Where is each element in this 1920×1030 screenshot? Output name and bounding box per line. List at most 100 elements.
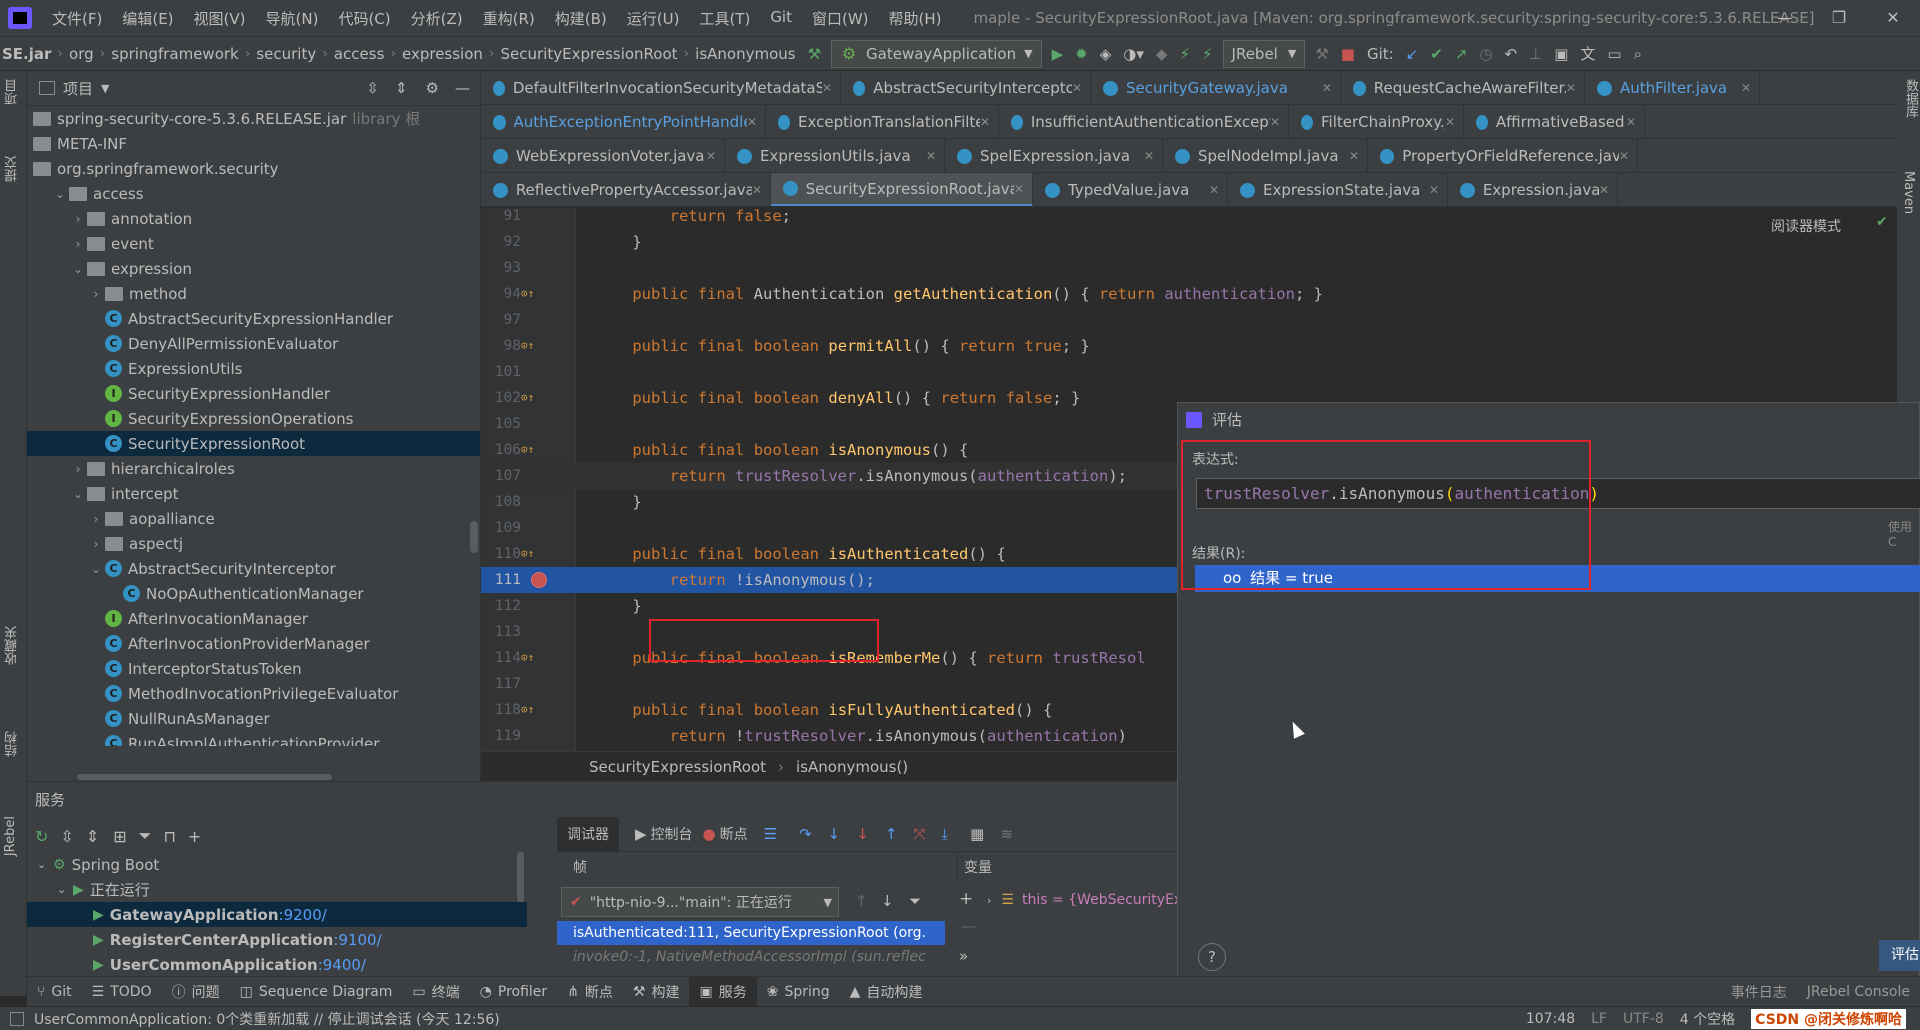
chevron-right-icon[interactable]: › [69, 212, 87, 226]
editor-tab[interactable]: AuthFilter.java ✕ [1585, 71, 1760, 104]
hammer-gray-icon[interactable]: ⚒ [1309, 39, 1334, 69]
tab-console[interactable]: 控制台 [647, 824, 703, 844]
expand-all-icon[interactable]: ⇳ [366, 79, 379, 97]
chevron-down-icon[interactable]: ⌄ [57, 883, 73, 896]
tree-item[interactable]: C ExpressionUtils [27, 356, 480, 381]
editor-tab[interactable]: InsufficientAuthenticationException.java… [999, 105, 1289, 138]
override-icon[interactable]: ⊙↑ [521, 437, 534, 463]
breakpoint-icon[interactable] [531, 572, 547, 588]
hide-panel-icon[interactable]: — [455, 79, 470, 97]
chevron-down-icon[interactable]: ⌄ [69, 487, 87, 501]
git-push-icon[interactable]: ↗ [1449, 39, 1474, 69]
menu-item[interactable]: 视图(V) [184, 8, 256, 29]
force-step-into-icon[interactable]: ↓ [856, 825, 869, 843]
editor-tab[interactable]: SecurityExpressionRoot.java ✕ [771, 173, 1033, 206]
menu-item[interactable]: 编辑(E) [112, 8, 183, 29]
close-tab-icon[interactable]: ✕ [980, 115, 990, 129]
tab-breakpoints[interactable]: 断点 [716, 824, 758, 844]
close-tab-icon[interactable]: ✕ [1144, 149, 1154, 163]
expand-all-icon[interactable]: ⇳ [60, 827, 73, 846]
tree-item[interactable]: › event [27, 231, 480, 256]
editor-tab[interactable]: AffirmativeBased.java✕ [1464, 105, 1645, 138]
encoding[interactable]: UTF-8 [1623, 1011, 1664, 1027]
chevron-right-icon[interactable]: › [87, 537, 105, 551]
jrebel-select[interactable]: JRebel ▼ [1222, 39, 1306, 68]
collapse-all-icon[interactable]: ⇕ [86, 827, 99, 846]
jrebel-debug-icon[interactable]: ⚡ [1196, 39, 1219, 69]
bottom-tab[interactable]: ▣ 服务 [689, 977, 757, 1006]
breadcrumb-item[interactable]: SecurityExpressionRoot [495, 45, 684, 63]
close-tab-icon[interactable]: ✕ [1349, 149, 1359, 163]
breadcrumb-item[interactable]: expression [396, 45, 489, 63]
group-icon[interactable]: ⊞ [113, 827, 126, 846]
tree-item[interactable]: C AfterInvocationProviderManager [27, 631, 480, 656]
help-button[interactable]: ? [1198, 943, 1226, 971]
code-line[interactable]: 91 return false; [481, 208, 1897, 229]
hammer-icon[interactable]: ⚒ [802, 39, 827, 69]
bottom-tab[interactable]: ◔ Profiler [470, 977, 558, 1006]
run-icon[interactable]: ▶ [1046, 39, 1070, 69]
new-tab-icon[interactable]: ⊓ [163, 827, 175, 846]
restore-icon[interactable]: ❐ [1812, 0, 1866, 36]
bottom-tab[interactable]: ⓘ 问题 [162, 977, 230, 1006]
editor-tab[interactable]: SecurityGateway.java ✕ [1091, 71, 1341, 104]
bottom-tab[interactable]: ⋔ 断点 [557, 977, 623, 1006]
run-config-select[interactable]: ⚙ GatewayApplication ▼ [831, 39, 1042, 68]
editor-tab[interactable]: FilterChainProxy.java✕ [1289, 105, 1464, 138]
editor-tab[interactable]: SpelNodeImpl.java ✕ [1163, 139, 1368, 172]
tree-item[interactable]: › hierarchicalroles [27, 456, 480, 481]
code-line[interactable]: 97 [481, 307, 1897, 333]
bottom-tab[interactable]: ❀ Spring [757, 977, 840, 1006]
add-icon[interactable]: + [188, 827, 201, 846]
tree-item[interactable]: org.springframework.security [27, 156, 480, 181]
tab-debugger[interactable]: 调试器 [557, 816, 619, 852]
service-item[interactable]: ▶ UserCommonApplication :9400/ [27, 952, 527, 977]
chevron-right-icon[interactable]: › [87, 512, 105, 526]
service-port-link[interactable]: :9200/ [279, 906, 327, 924]
service-item[interactable]: ▶ GatewayApplication :9200/ [27, 902, 527, 927]
right-tab-maven[interactable]: Maven [1901, 171, 1916, 214]
history-icon[interactable]: ◷ [1473, 39, 1498, 69]
add-watch-icon[interactable]: + [959, 889, 973, 909]
collapse-all-icon[interactable]: ⇕ [395, 79, 408, 97]
status-message[interactable]: UserCommonApplication: 0个类重新加载 // 停止调试会话… [34, 1009, 500, 1029]
override-icon[interactable]: ⊙↑ [521, 697, 534, 723]
frame-row-selected[interactable]: isAuthenticated:111, SecurityExpressionR… [557, 921, 945, 945]
tree-item[interactable]: › annotation [27, 206, 480, 231]
editor-tab[interactable]: AbstractSecurityInterceptor.java✕ [841, 71, 1091, 104]
close-tab-icon[interactable]: ✕ [926, 149, 936, 163]
close-tab-icon[interactable]: ✕ [1209, 183, 1219, 197]
code-line[interactable]: 98 public final boolean permitAll() { re… [481, 333, 1897, 359]
close-tab-icon[interactable]: ✕ [1429, 183, 1439, 197]
menu-item[interactable]: 窗口(W) [802, 8, 879, 29]
chevron-down-icon[interactable]: ⌄ [51, 187, 69, 201]
editor-tab[interactable]: RequestCacheAwareFilter.java✕ [1341, 71, 1585, 104]
code-line[interactable]: 93 [481, 255, 1897, 281]
editor-tab[interactable]: SpelExpression.java ✕ [945, 139, 1163, 172]
layout-icon[interactable]: ☰ [764, 825, 777, 843]
profile-icon[interactable]: ◑▾ [1117, 39, 1150, 69]
menu-item[interactable]: 运行(U) [617, 8, 690, 29]
left-tab-jrebel[interactable]: JRebel [3, 816, 18, 856]
frame-down-icon[interactable]: ↓ [881, 892, 894, 910]
tree-item[interactable]: ⌄ expression [27, 256, 480, 281]
coverage-icon[interactable]: ◈ [1094, 39, 1118, 69]
stop-icon[interactable]: ■ [1335, 39, 1361, 69]
annotate-icon[interactable]: ⊥ [1523, 39, 1548, 69]
project-panel-title[interactable]: 项目 [63, 78, 93, 99]
tree-item[interactable]: C RunAsImplAuthenticationProvider [27, 731, 480, 746]
editor-tab[interactable]: ExpressionUtils.java ✕ [725, 139, 945, 172]
tree-item[interactable]: META-INF [27, 131, 480, 156]
jrebel-run-icon[interactable]: ⚡ [1173, 39, 1196, 69]
tree-item[interactable]: › aspectj [27, 531, 480, 556]
service-item[interactable]: ▶ RegisterCenterApplication :9100/ [27, 927, 527, 952]
menu-item[interactable]: 文件(F) [42, 8, 112, 29]
tree-item[interactable]: ⌄ intercept [27, 481, 480, 506]
translate-icon[interactable]: 文 [1574, 39, 1601, 69]
menu-item[interactable]: 帮助(H) [879, 8, 952, 29]
chevron-down-icon[interactable]: ⌄ [37, 858, 53, 871]
menu-item[interactable]: 重构(R) [473, 8, 545, 29]
breadcrumb-item[interactable]: access [328, 45, 391, 63]
override-icon[interactable]: ⊙↑ [521, 541, 534, 567]
close-tab-icon[interactable]: ✕ [1619, 149, 1629, 163]
